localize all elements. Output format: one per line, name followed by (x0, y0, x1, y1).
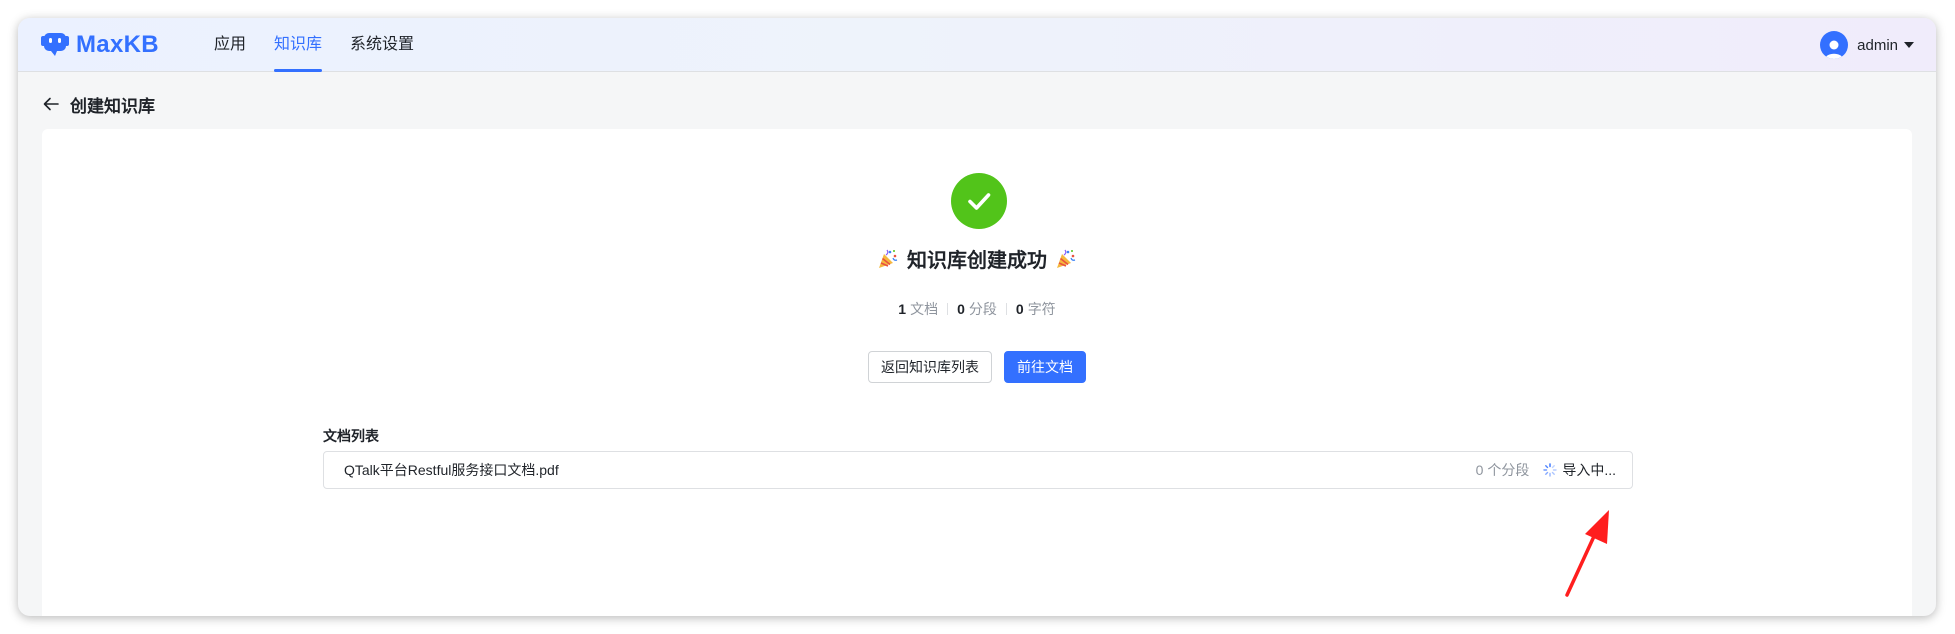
nav-item-settings[interactable]: 系统设置 (350, 18, 414, 72)
doc-status: 导入中... (1543, 460, 1616, 480)
stat-segments-value: 0 (957, 301, 965, 317)
arrow-left-icon[interactable] (42, 95, 60, 113)
stat-chars-label: 字符 (1027, 301, 1056, 317)
logo[interactable]: MaxKB (40, 30, 159, 60)
page-header: 创建知识库 (42, 91, 155, 117)
main-nav: 应用 知识库 系统设置 (214, 18, 442, 72)
check-circle-icon (951, 173, 1007, 229)
doc-segment-count: 0 个分段 (1475, 462, 1530, 478)
user-avatar-icon (1820, 31, 1849, 59)
party-popper-icon (1057, 249, 1076, 268)
stat-segments-label: 分段 (968, 301, 997, 317)
stat-docs-value: 1 (898, 301, 907, 317)
doc-status-text: 导入中... (1562, 462, 1616, 478)
result-stats: 1 文档 0 分段 0 字符 (42, 299, 1912, 319)
user-menu[interactable]: admin (1820, 30, 1914, 60)
success-title: 知识库创建成功 (42, 244, 1912, 273)
stat-docs-label: 文档 (910, 301, 939, 317)
doc-name: QTalk平台Restful服务接口文档.pdf (344, 462, 559, 478)
party-popper-icon (879, 249, 898, 268)
divider (947, 303, 949, 315)
divider (1005, 303, 1007, 315)
nav-item-knowledge[interactable]: 知识库 (274, 18, 323, 72)
app-window: MaxKB 应用 知识库 系统设置 admin 创建知识库 知识库创建成功 1 … (18, 18, 1936, 616)
stat-chars-value: 0 (1015, 301, 1024, 317)
loading-icon (1543, 463, 1558, 477)
list-item: QTalk平台Restful服务接口文档.pdf 0 个分段 导入中... (323, 451, 1633, 489)
maxkb-logo-icon (41, 33, 69, 56)
back-to-list-button[interactable]: 返回知识库列表 (868, 351, 992, 383)
page-title: 创建知识库 (70, 96, 155, 116)
result-actions: 返回知识库列表 前往文档 (42, 351, 1912, 383)
goto-documents-button[interactable]: 前往文档 (1004, 351, 1086, 383)
success-title-text: 知识库创建成功 (907, 250, 1047, 272)
result-card: 知识库创建成功 1 文档 0 分段 0 字符 返回知识库列表 前往文档 文档列表… (42, 129, 1912, 616)
nav-item-apps[interactable]: 应用 (214, 18, 246, 72)
app-name: MaxKB (76, 31, 159, 58)
doc-list-label: 文档列表 (323, 428, 379, 444)
user-name: admin (1857, 36, 1898, 54)
top-header: MaxKB 应用 知识库 系统设置 admin (18, 18, 1936, 72)
chevron-down-icon (1904, 42, 1914, 48)
